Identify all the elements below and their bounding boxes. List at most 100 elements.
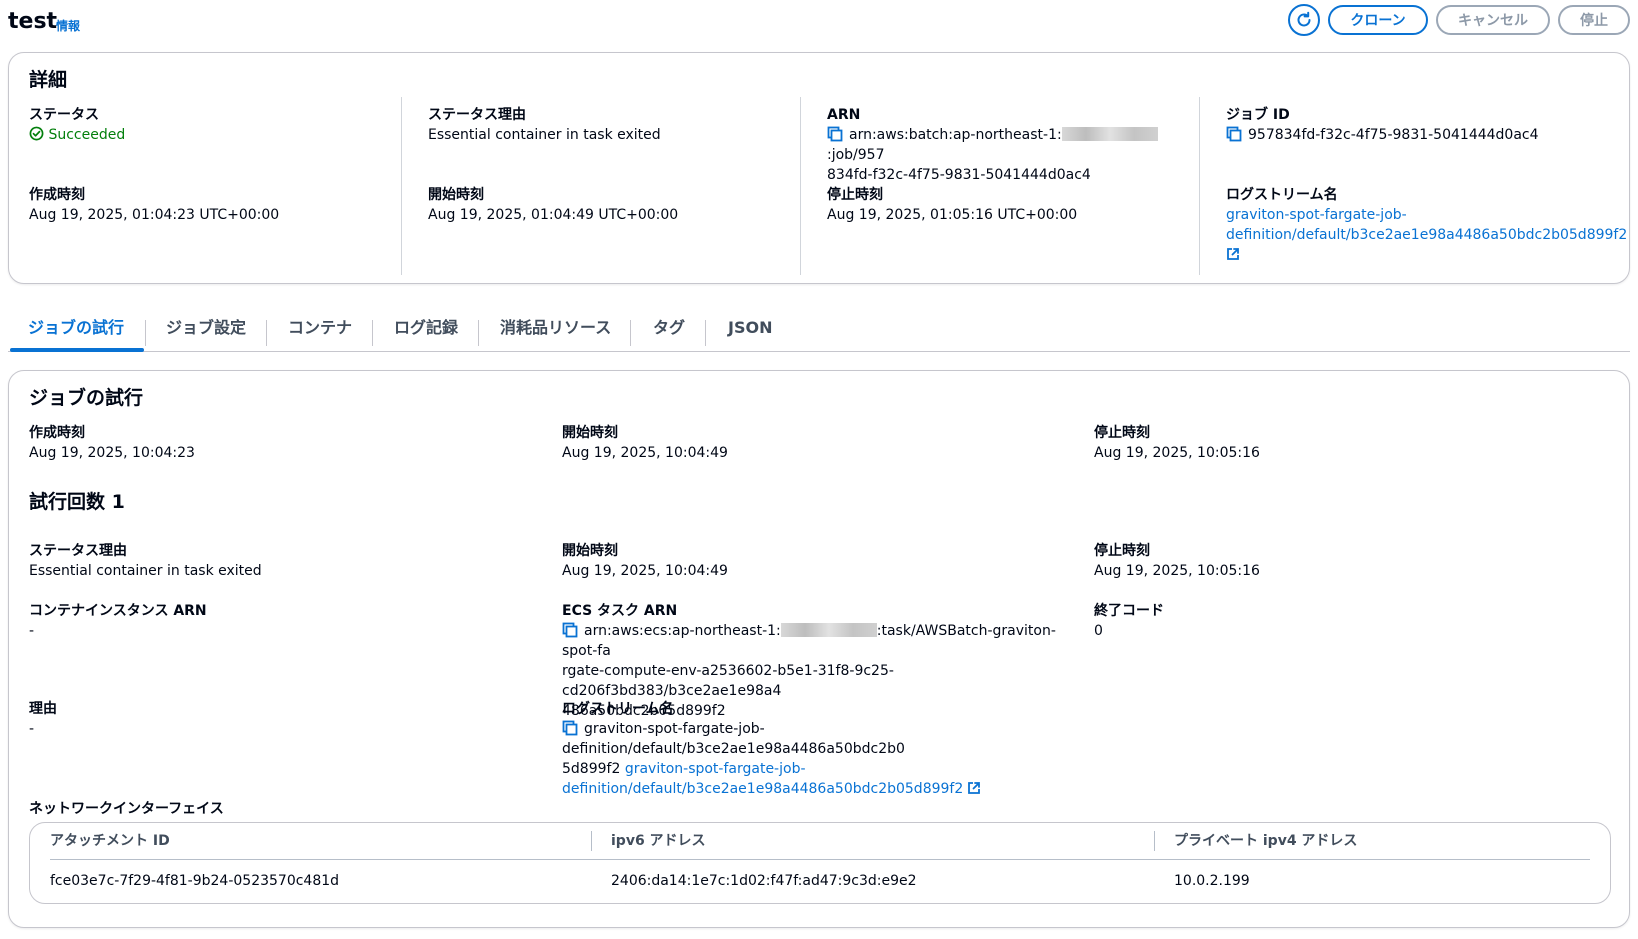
log-stream-line2[interactable]: definition/default/b3ce2ae1e98a4486a50bd… — [1226, 227, 1627, 243]
attempt-log-stream-value: graviton-spot-fargate-job-definition/def… — [562, 719, 1092, 799]
column-header-private-ipv4-address: プライベート ipv4 アドレス — [1174, 833, 1358, 849]
attempt-started-field: 開始時刻 Aug 19, 2025, 10:04:49 — [562, 541, 728, 581]
reason-field: 理由 - — [29, 699, 57, 739]
column-header-attachment-id: アタッチメント ID — [50, 833, 170, 849]
active-tab-indicator — [10, 348, 144, 352]
tab-job-configuration[interactable]: ジョブ設定 — [166, 310, 246, 352]
ipv6-address-cell: 2406:da14:1e7c:1d02:f47f:ad47:9c3d:e9e2 — [611, 873, 917, 889]
started-field: 開始時刻 Aug 19, 2025, 01:04:49 UTC+00:00 — [428, 185, 678, 225]
ecs-task-arn-label: ECS タスク ARN — [562, 603, 678, 619]
status-badge: Succeeded — [29, 125, 125, 145]
tab-job-attempts[interactable]: ジョブの試行 — [28, 310, 124, 352]
tab-container[interactable]: コンテナ — [288, 310, 352, 352]
network-interfaces-label: ネットワークインターフェイス — [29, 801, 224, 817]
clone-button[interactable]: クローン — [1328, 5, 1428, 35]
attempt-log-stream-label: ログストリーム名 — [562, 701, 674, 717]
created-field: 作成時刻 Aug 19, 2025, 01:04:23 UTC+00:00 — [29, 185, 279, 225]
job-id-value: 957834fd-f32c-4f75-9831-5041444d0ac4 — [1248, 127, 1539, 143]
container-instance-arn-field: コンテナインスタンス ARN - — [29, 601, 207, 641]
status-label: ステータス — [29, 107, 99, 123]
attempts-started-value: Aug 19, 2025, 10:04:49 — [562, 445, 728, 461]
cancel-button[interactable]: キャンセル — [1436, 5, 1550, 35]
attempt-log-stream-field: ログストリーム名 graviton-spot-fargate-job-defin… — [562, 699, 1092, 799]
attempt-log-stream-line2: 5d899f2 — [562, 761, 621, 777]
attachment-id-cell: fce03e7c-7f29-4f81-9b24-0523570c481d — [50, 873, 340, 889]
status-reason-field: ステータス理由 Essential container in task exit… — [428, 105, 661, 145]
attempt-status-reason-field: ステータス理由 Essential container in task exit… — [29, 541, 262, 581]
attempt-heading: 試行回数 1 — [29, 491, 125, 513]
job-id-field: ジョブ ID 957834fd-f32c-4f75-9831-5041444d0… — [1226, 105, 1539, 145]
arn-value: arn:aws:batch:ap-northeast-1::job/957 83… — [827, 125, 1197, 185]
tab-consumable-resources[interactable]: 消耗品リソース — [500, 310, 611, 352]
copy-icon[interactable] — [1226, 126, 1242, 142]
started-label: 開始時刻 — [428, 187, 484, 203]
job-id-label: ジョブ ID — [1226, 107, 1290, 123]
stopped-field: 停止時刻 Aug 19, 2025, 01:05:16 UTC+00:00 — [827, 185, 1077, 225]
created-label: 作成時刻 — [29, 187, 85, 203]
tab-bar: ジョブの試行 ジョブ設定 コンテナ ログ記録 消耗品リソース タグ JSON — [8, 310, 1630, 352]
status-reason-label: ステータス理由 — [428, 107, 526, 123]
attempt-status-reason-value: Essential container in task exited — [29, 563, 262, 579]
log-stream-label: ログストリーム名 — [1226, 187, 1338, 203]
stopped-label: 停止時刻 — [827, 187, 883, 203]
arn-line2: 834fd-f32c-4f75-9831-5041444d0ac4 — [827, 167, 1091, 183]
attempt-log-stream-link-line1[interactable]: graviton-spot-fargate-job- — [625, 761, 806, 777]
reason-value: - — [29, 721, 35, 737]
attempt-started-value: Aug 19, 2025, 10:04:49 — [562, 563, 728, 579]
attempt-log-stream-line1: graviton-spot-fargate-job-definition/def… — [562, 721, 905, 757]
tab-json[interactable]: JSON — [728, 310, 772, 352]
attempt-stopped-label: 停止時刻 — [1094, 543, 1150, 559]
attempts-started-field: 開始時刻 Aug 19, 2025, 10:04:49 — [562, 423, 728, 463]
redacted-account-id — [780, 623, 877, 637]
refresh-button[interactable] — [1288, 4, 1320, 36]
attempt-log-stream-link-line2[interactable]: definition/default/b3ce2ae1e98a4486a50bd… — [562, 781, 963, 797]
external-link-icon[interactable] — [967, 781, 981, 795]
copy-icon[interactable] — [827, 126, 843, 142]
attempts-started-label: 開始時刻 — [562, 425, 618, 441]
attempts-stopped-value: Aug 19, 2025, 10:05:16 — [1094, 445, 1260, 461]
redacted-account-id — [1061, 127, 1158, 141]
column-header-ipv6-address: ipv6 アドレス — [611, 833, 706, 849]
info-link[interactable]: 情報 — [56, 16, 80, 36]
job-attempts-heading: ジョブの試行 — [29, 387, 144, 409]
stop-button[interactable]: 停止 — [1558, 5, 1630, 35]
status-value: Succeeded — [48, 127, 126, 143]
external-link-icon[interactable] — [1226, 247, 1240, 261]
attempts-created-value: Aug 19, 2025, 10:04:23 — [29, 445, 195, 461]
reason-label: 理由 — [29, 701, 57, 717]
attempt-stopped-field: 停止時刻 Aug 19, 2025, 10:05:16 — [1094, 541, 1260, 581]
arn-prefix: arn:aws:batch:ap-northeast-1: — [849, 127, 1062, 143]
attempt-status-reason-label: ステータス理由 — [29, 543, 127, 559]
attempt-started-label: 開始時刻 — [562, 543, 618, 559]
container-instance-arn-value: - — [29, 623, 35, 639]
log-stream-link[interactable]: graviton-spot-fargate-job- definition/de… — [1226, 205, 1627, 265]
exit-code-label: 終了コード — [1094, 603, 1164, 619]
attempt-log-stream-link[interactable]: graviton-spot-fargate-job-definition/def… — [562, 761, 981, 797]
ecs-task-arn-line2: rgate-compute-env-a2536602-b5e1-31f8-9c2… — [562, 663, 894, 699]
started-value: Aug 19, 2025, 01:04:49 UTC+00:00 — [428, 207, 679, 223]
job-id-value-wrap: 957834fd-f32c-4f75-9831-5041444d0ac4 — [1226, 125, 1539, 145]
refresh-icon — [1297, 11, 1311, 27]
copy-icon[interactable] — [562, 622, 578, 638]
created-value: Aug 19, 2025, 01:04:23 UTC+00:00 — [29, 207, 280, 223]
tab-logging[interactable]: ログ記録 — [394, 310, 458, 352]
private-ipv4-address-cell: 10.0.2.199 — [1174, 873, 1250, 889]
attempts-stopped-label: 停止時刻 — [1094, 425, 1150, 441]
attempts-created-label: 作成時刻 — [29, 425, 85, 441]
status-field: ステータス Succeeded — [29, 105, 125, 145]
tab-tags[interactable]: タグ — [653, 310, 685, 352]
container-instance-arn-label: コンテナインスタンス ARN — [29, 603, 207, 619]
attempts-created-field: 作成時刻 Aug 19, 2025, 10:04:23 — [29, 423, 195, 463]
log-stream-field: ログストリーム名 graviton-spot-fargate-job- defi… — [1226, 185, 1627, 265]
details-heading: 詳細 — [29, 69, 68, 91]
network-interfaces-table: アタッチメント ID ipv6 アドレス プライベート ipv4 アドレス fc… — [29, 822, 1611, 904]
exit-code-value: 0 — [1094, 623, 1103, 639]
job-attempts-container: ジョブの試行 作成時刻 Aug 19, 2025, 10:04:23 開始時刻 … — [8, 370, 1630, 928]
arn-label: ARN — [827, 107, 861, 123]
copy-icon[interactable] — [562, 720, 578, 736]
exit-code-field: 終了コード 0 — [1094, 601, 1164, 641]
log-stream-line1[interactable]: graviton-spot-fargate-job- — [1226, 207, 1407, 223]
arn-field: ARN arn:aws:batch:ap-northeast-1::job/95… — [827, 105, 1197, 185]
page-title: test — [8, 9, 58, 34]
stopped-value: Aug 19, 2025, 01:05:16 UTC+00:00 — [827, 207, 1078, 223]
